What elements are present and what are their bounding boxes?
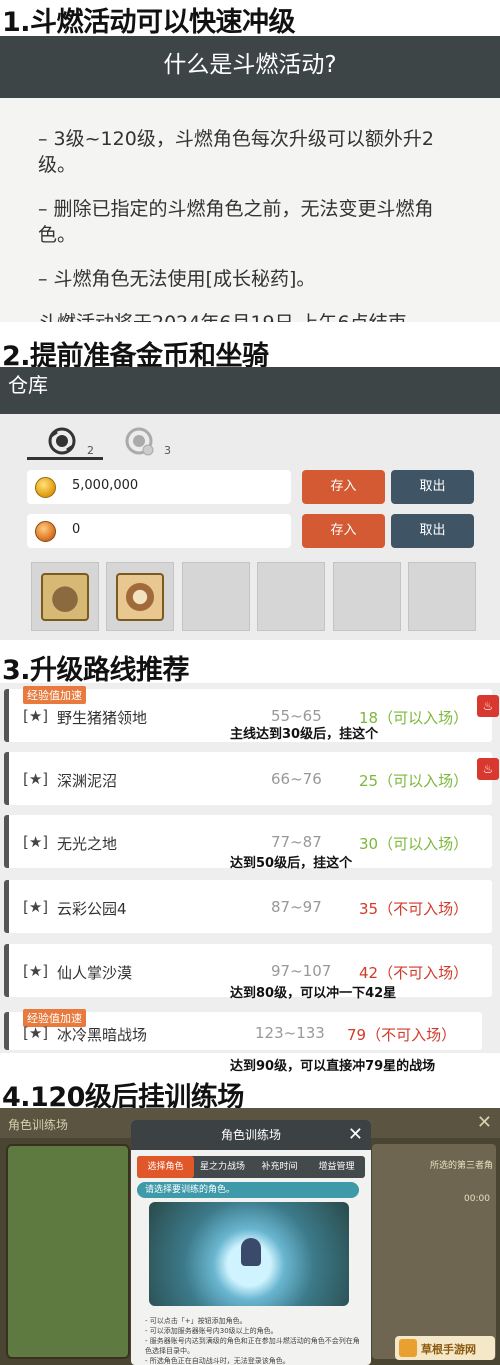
gold-withdraw-button[interactable]: 取出 bbox=[391, 470, 474, 504]
dialog-title: 角色训练场 bbox=[220, 1128, 281, 1142]
exp-boost-badge: 经验值加速 bbox=[23, 686, 86, 704]
burning-event-panel: 什么是斗燃活动? – 3级~120级，斗燃角色每次升级可以额外升2级。 – 删除… bbox=[0, 36, 500, 322]
dialog-note: - 可以添加服务器账号内30级以上的角色。 bbox=[145, 1327, 278, 1335]
bg-window-title: 角色训练场 bbox=[8, 1118, 69, 1132]
map-status: 79（不可入场） bbox=[347, 1026, 457, 1044]
section-title-3: 3.升级路线推荐 bbox=[2, 655, 190, 686]
annotation-note: 达到90级，可以直接冲79星的战场 bbox=[230, 1059, 436, 1074]
map-status: 35（不可入场） bbox=[359, 900, 469, 918]
favorite-star[interactable]: [★] bbox=[23, 1024, 48, 1042]
favorite-star[interactable]: [★] bbox=[23, 770, 48, 788]
close-icon[interactable]: ✕ bbox=[477, 1112, 492, 1133]
map-level-range: 123~133 bbox=[255, 1024, 325, 1042]
map-row[interactable]: [★] 深渊泥沼 66~76 25（可以入场） ♨ bbox=[4, 752, 499, 805]
annotation-note: 主线达到30级后，挂这个 bbox=[230, 727, 379, 742]
tab-buff-manage[interactable]: 增益管理 bbox=[308, 1156, 365, 1178]
gold-row: 5,000,000 bbox=[27, 470, 291, 504]
warehouse-panel: 2 3 5,000,000 存入 取出 0 存入 取出 bbox=[0, 414, 500, 640]
burning-event-header: 什么是斗燃活动? bbox=[0, 36, 500, 98]
tab-star-force[interactable]: 星之力战场 bbox=[194, 1156, 251, 1178]
gold-amount: 5,000,000 bbox=[72, 478, 139, 493]
map-name: 深渊泥沼 bbox=[57, 772, 118, 790]
map-level-range: 77~87 bbox=[271, 833, 322, 851]
favorite-star[interactable]: [★] bbox=[23, 833, 48, 851]
favorite-star[interactable]: [★] bbox=[23, 962, 48, 980]
star-withdraw-button[interactable]: 取出 bbox=[391, 514, 474, 548]
map-preview bbox=[6, 1144, 130, 1359]
tab-coins-locked[interactable]: 3 bbox=[104, 426, 180, 460]
tab-count: 2 bbox=[87, 444, 94, 457]
hot-icon: ♨ bbox=[477, 758, 499, 780]
map-level-range: 97~107 bbox=[271, 962, 332, 980]
map-status: 30（可以入场） bbox=[359, 835, 469, 853]
character-silhouette-icon bbox=[241, 1238, 261, 1266]
tab-coins[interactable]: 2 bbox=[27, 426, 103, 460]
map-row[interactable]: 经验值加速 [★] 冰冷黑暗战场 123~133 79（不可入场） bbox=[4, 1009, 482, 1050]
site-logo-icon bbox=[399, 1339, 417, 1357]
add-character-slot[interactable] bbox=[149, 1202, 349, 1306]
map-level-range: 66~76 bbox=[271, 770, 322, 788]
gold-coin-icon bbox=[35, 477, 56, 498]
event-rule-line: – 斗燃角色无法使用[成长秘药]。 bbox=[38, 268, 316, 290]
warehouse-header: 仓库 bbox=[0, 367, 500, 414]
favorite-star[interactable]: [★] bbox=[23, 898, 48, 916]
empty-slot[interactable] bbox=[182, 562, 250, 631]
dialog-tabs: 选择角色 星之力战场 补充时间 增益管理 bbox=[137, 1156, 365, 1178]
mount-slot[interactable] bbox=[106, 562, 174, 631]
dialog-note: - 可以点击「+」按钮添加角色。 bbox=[145, 1317, 247, 1325]
star-coin-amount: 0 bbox=[72, 522, 81, 537]
section-title-1: 1.斗燃活动可以快速冲级 bbox=[2, 7, 296, 38]
side-panel-timer: 00:00 bbox=[464, 1194, 490, 1204]
map-status: 25（可以入场） bbox=[359, 772, 469, 790]
star-coin-icon bbox=[35, 521, 56, 542]
training-dialog: 角色训练场 ✕ 选择角色 星之力战场 补充时间 增益管理 请选择要训练的角色。 … bbox=[131, 1120, 371, 1365]
dialog-note: - 所选角色正在自动战斗时，无法登录该角色。 bbox=[145, 1357, 290, 1365]
annotation-note: 达到80级，可以冲一下42星 bbox=[230, 986, 397, 1001]
side-panel bbox=[372, 1144, 496, 1359]
empty-slot[interactable] bbox=[333, 562, 401, 631]
map-row[interactable]: [★] 云彩公园4 87~97 35（不可入场） bbox=[4, 880, 492, 933]
boar-mount-icon bbox=[41, 573, 89, 621]
map-name: 无光之地 bbox=[57, 835, 118, 853]
empty-slot[interactable] bbox=[408, 562, 476, 631]
annotation-note: 达到50级后，挂这个 bbox=[230, 856, 353, 871]
tab-select-character[interactable]: 选择角色 bbox=[137, 1156, 194, 1178]
owl-mount-icon bbox=[116, 573, 164, 621]
empty-slot[interactable] bbox=[257, 562, 325, 631]
star-deposit-button[interactable]: 存入 bbox=[302, 514, 385, 548]
map-name: 冰冷黑暗战场 bbox=[57, 1026, 148, 1044]
mount-slot[interactable] bbox=[31, 562, 99, 631]
hot-icon: ♨ bbox=[477, 695, 499, 717]
map-name: 仙人掌沙漠 bbox=[57, 964, 133, 982]
map-status: 42（不可入场） bbox=[359, 964, 469, 982]
map-name: 云彩公园4 bbox=[57, 900, 127, 918]
coin-stack-icon bbox=[48, 427, 76, 455]
training-ground-screen: 角色训练场 ✕ 所选的第三者角 00:00 角色训练场 ✕ 选择角色 星之力战场… bbox=[0, 1108, 500, 1365]
event-rule-line: – 3级~120级，斗燃角色每次升级可以额外升2级。 bbox=[38, 128, 434, 176]
coin-stack-gray-icon bbox=[125, 427, 154, 456]
gold-deposit-button[interactable]: 存入 bbox=[302, 470, 385, 504]
dialog-note: - 服务器账号内达到满级的角色和正在参加斗燃活动的角色不会列在角色选择目录中。 bbox=[145, 1337, 360, 1355]
select-prompt: 请选择要训练的角色。 bbox=[137, 1182, 359, 1198]
event-rule-line: – 删除已指定的斗燃角色之前，无法变更斗燃角色。 bbox=[38, 198, 434, 246]
tab-count: 3 bbox=[164, 444, 171, 457]
close-icon[interactable]: ✕ bbox=[348, 1120, 363, 1150]
star-coin-row: 0 bbox=[27, 514, 291, 548]
favorite-star[interactable]: [★] bbox=[23, 707, 48, 725]
map-level-range: 87~97 bbox=[271, 898, 322, 916]
map-name: 野生猪猪领地 bbox=[57, 709, 148, 727]
event-end-line: 斗燃活动将于2024年6月19日 上午6点结束 bbox=[38, 310, 462, 322]
side-panel-text: 所选的第三者角 bbox=[430, 1161, 494, 1171]
site-watermark: 草根手游网 bbox=[395, 1336, 495, 1360]
tab-add-time[interactable]: 补充时间 bbox=[251, 1156, 308, 1178]
